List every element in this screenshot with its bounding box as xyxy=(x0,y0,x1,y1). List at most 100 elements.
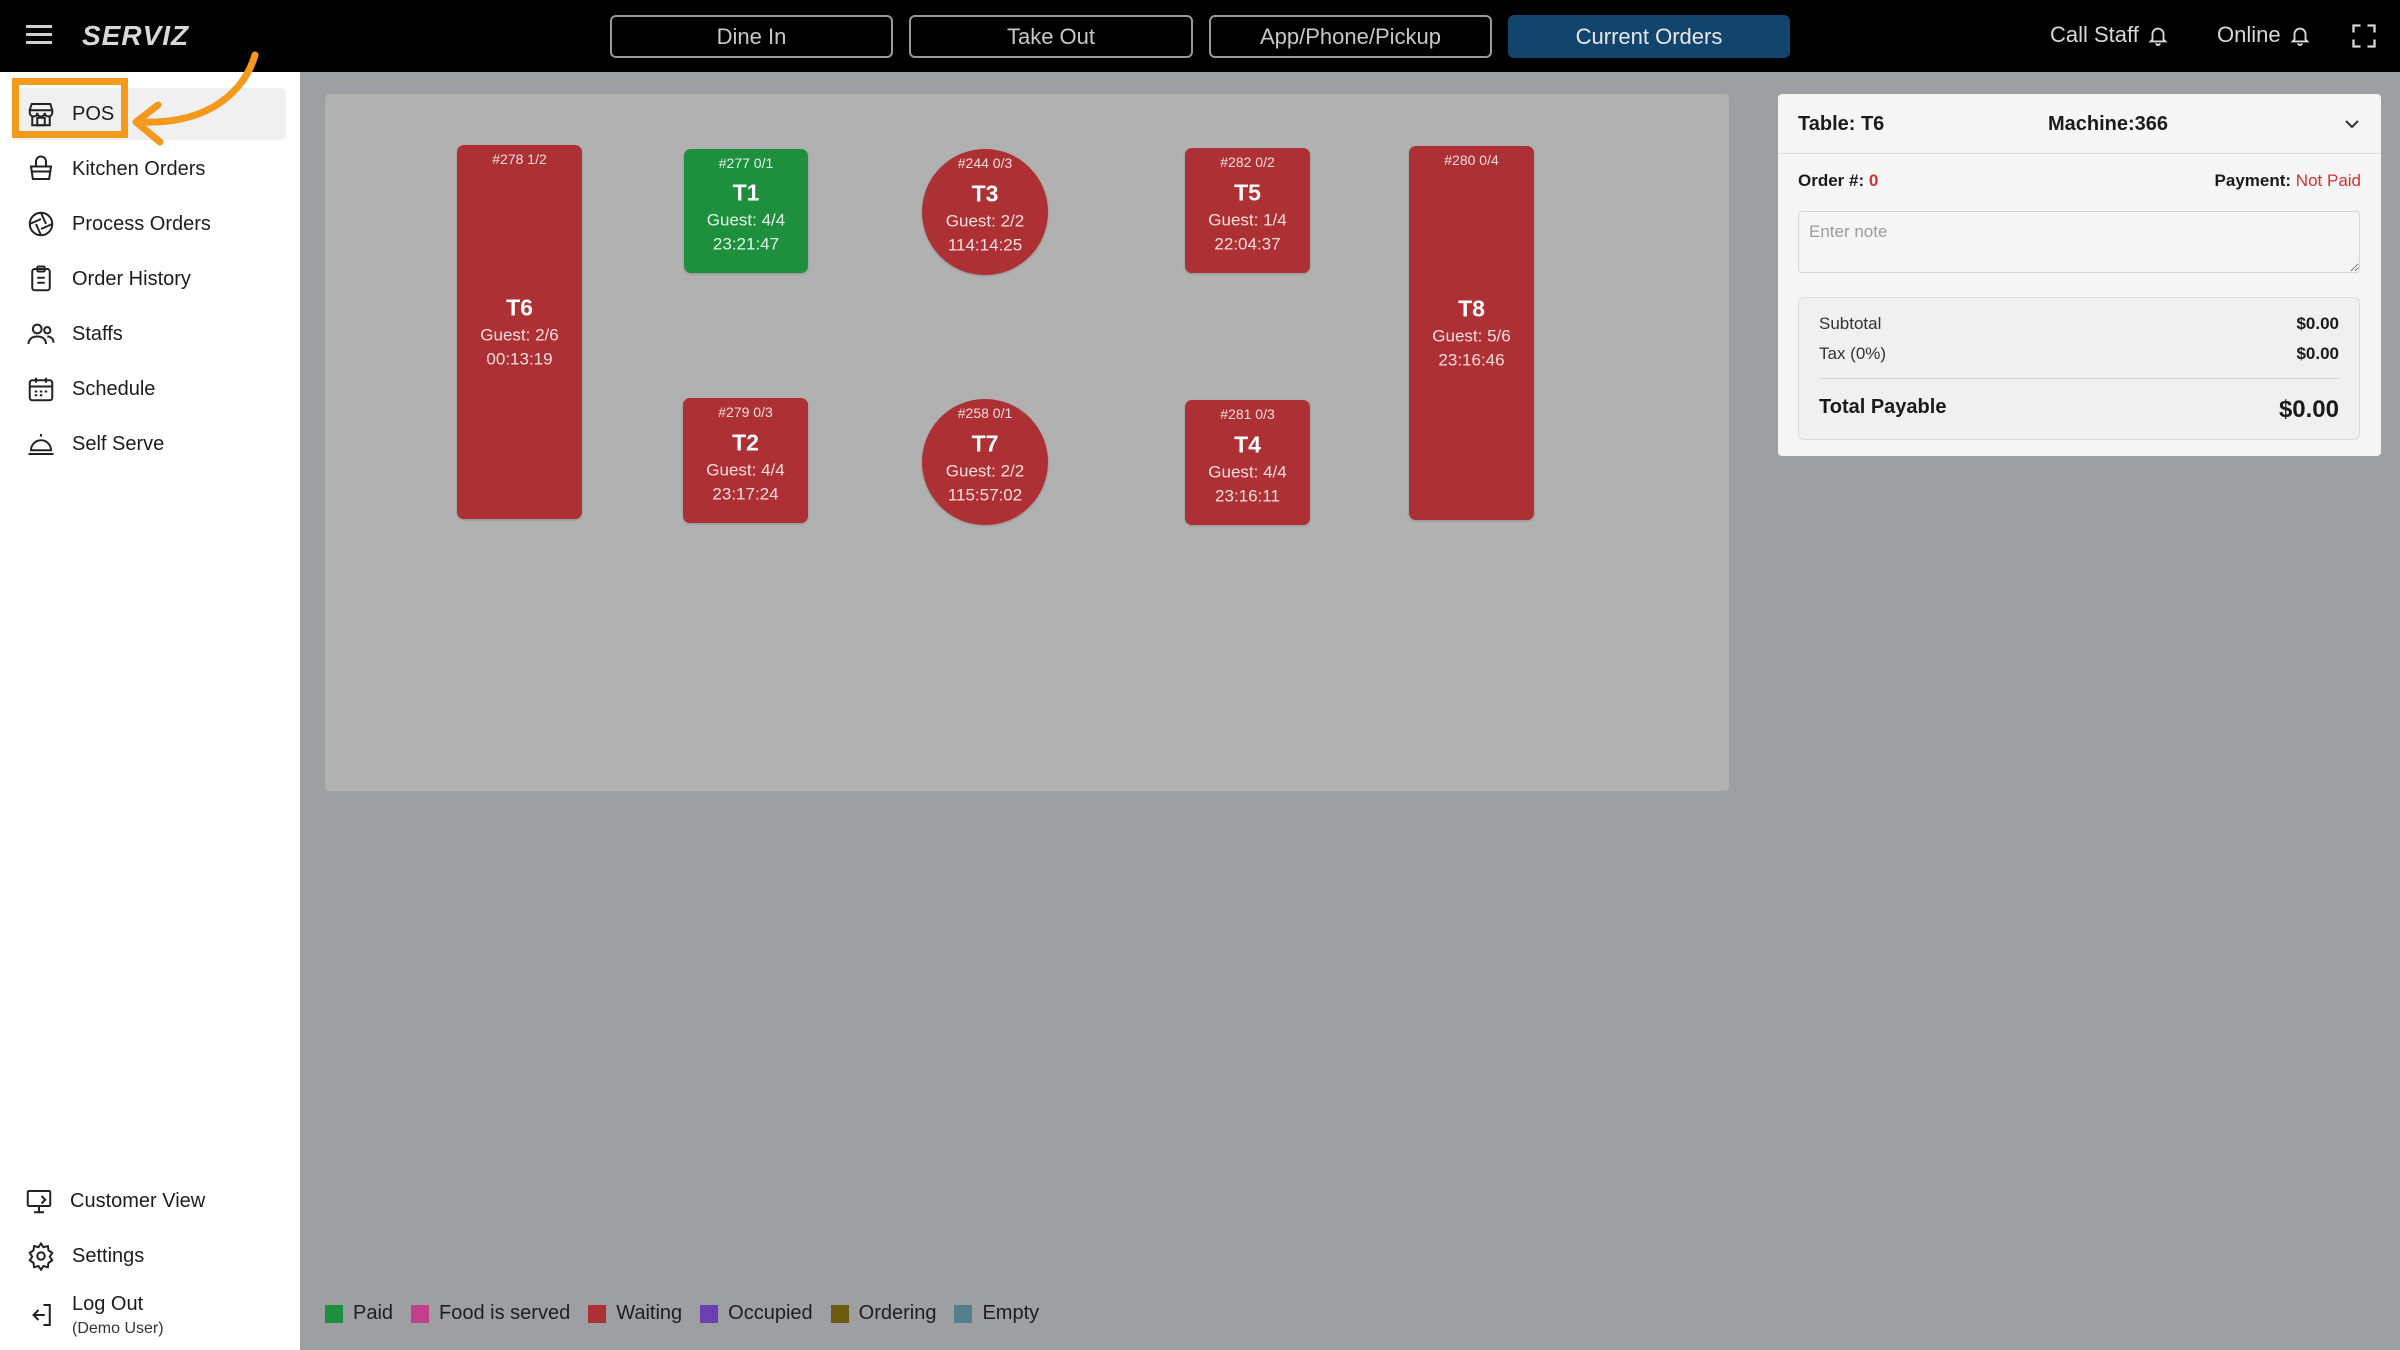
table-name: T8 xyxy=(1458,295,1485,322)
order-number: Order #: 0 xyxy=(1798,171,1878,191)
top-bar: SERVIZ Dine In Take Out App/Phone/Pickup… xyxy=(0,0,2400,72)
totals-box: Subtotal $0.00 Tax (0%) $0.00 Total Paya… xyxy=(1798,297,2360,440)
payment-value: Not Paid xyxy=(2295,171,2361,190)
legend-swatch xyxy=(588,1304,607,1323)
online-status-button[interactable]: Online xyxy=(2217,22,2311,48)
order-panel-header[interactable]: Table: T6 Machine:366 xyxy=(1778,94,2381,154)
subtotal-value: $0.00 xyxy=(2296,314,2339,333)
tax-label: Tax (0%) xyxy=(1819,344,1887,363)
legend-label: Food is served xyxy=(439,1302,571,1324)
sidebar-item-process-orders[interactable]: Process Orders xyxy=(14,198,286,250)
sidebar-item-label: Staffs xyxy=(72,322,123,345)
table-guest: Guest: 4/4 xyxy=(706,460,785,479)
table-order-info: #282 0/2 xyxy=(1220,154,1275,170)
legend-label: Empty xyxy=(982,1302,1040,1324)
selected-table-label: Table: T6 xyxy=(1798,113,1885,135)
table-t7[interactable]: #258 0/1 T7 Guest: 2/2 115:57:02 xyxy=(922,399,1048,525)
legend-swatch xyxy=(700,1304,719,1323)
sidebar-item-pos[interactable]: POS xyxy=(14,88,286,140)
table-guest: Guest: 4/4 xyxy=(1208,462,1287,481)
sidebar-item-kitchen-orders[interactable]: Kitchen Orders xyxy=(14,143,286,195)
legend-item-waiting: Waiting xyxy=(588,1302,682,1325)
table-guest: Guest: 2/2 xyxy=(945,211,1025,231)
table-t5[interactable]: #282 0/2 T5 Guest: 1/4 22:04:37 xyxy=(1185,148,1310,273)
machine-label: Machine:366 xyxy=(2048,113,2169,135)
sidebar-item-staffs[interactable]: Staffs xyxy=(14,308,286,360)
tab-take-out[interactable]: Take Out xyxy=(909,15,1193,58)
table-name: T6 xyxy=(506,294,533,321)
hamburger-menu-icon[interactable] xyxy=(24,20,58,52)
tax-row: Tax (0%) $0.00 xyxy=(1819,344,2339,364)
fullscreen-icon[interactable] xyxy=(2350,22,2378,50)
clipboard-icon xyxy=(31,265,51,292)
total-value: $0.00 xyxy=(2278,396,2339,423)
table-order-info: #278 1/2 xyxy=(492,151,547,167)
calendar-icon xyxy=(28,377,54,402)
table-t3[interactable]: #244 0/3 T3 Guest: 2/2 114:14:25 xyxy=(922,149,1048,275)
table-order-info: #280 0/4 xyxy=(1444,152,1499,168)
tab-dine-in[interactable]: Dine In xyxy=(610,15,893,58)
chevron-down-icon[interactable] xyxy=(2340,112,2364,136)
sidebar-item-logout[interactable]: Log Out (Demo User) xyxy=(14,1284,286,1346)
basket-icon xyxy=(29,155,53,180)
order-panel: Table: T6 Machine:366 Order #: 0 Payment… xyxy=(1778,94,2381,456)
online-label: Online xyxy=(2217,22,2281,47)
sidebar-item-label: Kitchen Orders xyxy=(72,157,206,180)
table-guest: Guest: 2/6 xyxy=(480,325,559,345)
sidebar-item-settings[interactable]: Settings xyxy=(14,1230,286,1282)
floor-plan: #278 1/2 T6 Guest: 2/6 00:13:19 #277 0/1… xyxy=(325,94,1729,791)
table-guest: Guest: 5/6 xyxy=(1432,326,1511,346)
table-order-info: #258 0/1 xyxy=(957,405,1013,421)
sidebar-item-label: Schedule xyxy=(72,377,156,400)
sidebar-item-label: Self Serve xyxy=(72,432,165,455)
app-logo: SERVIZ xyxy=(82,20,190,51)
note-input[interactable] xyxy=(1798,211,2360,273)
legend-item-ordering: Ordering xyxy=(830,1302,937,1325)
table-time: 114:14:25 xyxy=(947,235,1023,255)
order-number-value: 0 xyxy=(1868,171,1879,190)
table-time: 23:17:24 xyxy=(712,484,779,503)
table-t2[interactable]: #279 0/3 T2 Guest: 4/4 23:17:24 xyxy=(683,398,808,523)
call-staff-label: Call Staff xyxy=(2050,22,2139,47)
sidebar-item-schedule[interactable]: Schedule xyxy=(14,363,286,415)
legend-item-empty: Empty xyxy=(954,1302,1039,1325)
logout-label: Log Out xyxy=(72,1292,144,1315)
table-order-info: #279 0/3 xyxy=(718,404,773,420)
table-name: T2 xyxy=(732,429,759,455)
table-t1[interactable]: #277 0/1 T1 Guest: 4/4 23:21:47 xyxy=(684,149,808,273)
table-time: 00:13:19 xyxy=(486,349,553,369)
bell-icon xyxy=(2290,27,2310,46)
tax-value: $0.00 xyxy=(2296,344,2339,363)
legend-swatch xyxy=(830,1304,849,1323)
table-name: T5 xyxy=(1234,179,1261,205)
total-label: Total Payable xyxy=(1819,396,1947,418)
sidebar-item-order-history[interactable]: Order History xyxy=(14,253,286,305)
call-staff-button[interactable]: Call Staff xyxy=(2050,22,2169,48)
table-name: T4 xyxy=(1234,431,1261,457)
totals-divider xyxy=(1819,378,2339,379)
table-t8[interactable]: #280 0/4 T8 Guest: 5/6 23:16:46 xyxy=(1409,146,1534,520)
table-t4[interactable]: #281 0/3 T4 Guest: 4/4 23:16:11 xyxy=(1185,400,1310,525)
table-guest: Guest: 2/2 xyxy=(945,461,1025,481)
table-t6[interactable]: #278 1/2 T6 Guest: 2/6 00:13:19 xyxy=(457,145,582,519)
legend-label: Ordering xyxy=(858,1302,937,1324)
service-bell-icon xyxy=(28,434,54,455)
table-name: T1 xyxy=(732,179,760,206)
logout-user-label: (Demo User) xyxy=(72,1319,164,1337)
legend-item-paid: Paid xyxy=(325,1302,393,1325)
bell-icon xyxy=(2148,27,2168,46)
order-number-label: Order #: xyxy=(1798,171,1865,190)
tab-app-phone-pickup[interactable]: App/Phone/Pickup xyxy=(1209,15,1492,58)
monitor-icon xyxy=(26,1190,52,1214)
subtotal-label: Subtotal xyxy=(1819,314,1882,333)
table-guest: Guest: 1/4 xyxy=(1208,210,1287,229)
logout-icon xyxy=(32,1304,51,1326)
table-guest: Guest: 4/4 xyxy=(706,210,786,230)
sidebar-item-customer-view[interactable]: Customer View xyxy=(14,1175,286,1227)
table-order-info: #277 0/1 xyxy=(718,155,774,171)
payment-status: Payment: Not Paid xyxy=(2215,171,2361,191)
sidebar-item-label: Settings xyxy=(72,1244,145,1267)
tab-current-orders[interactable]: Current Orders xyxy=(1508,15,1790,58)
payment-label: Payment: xyxy=(2214,171,2292,190)
sidebar-item-self-serve[interactable]: Self Serve xyxy=(14,418,286,470)
